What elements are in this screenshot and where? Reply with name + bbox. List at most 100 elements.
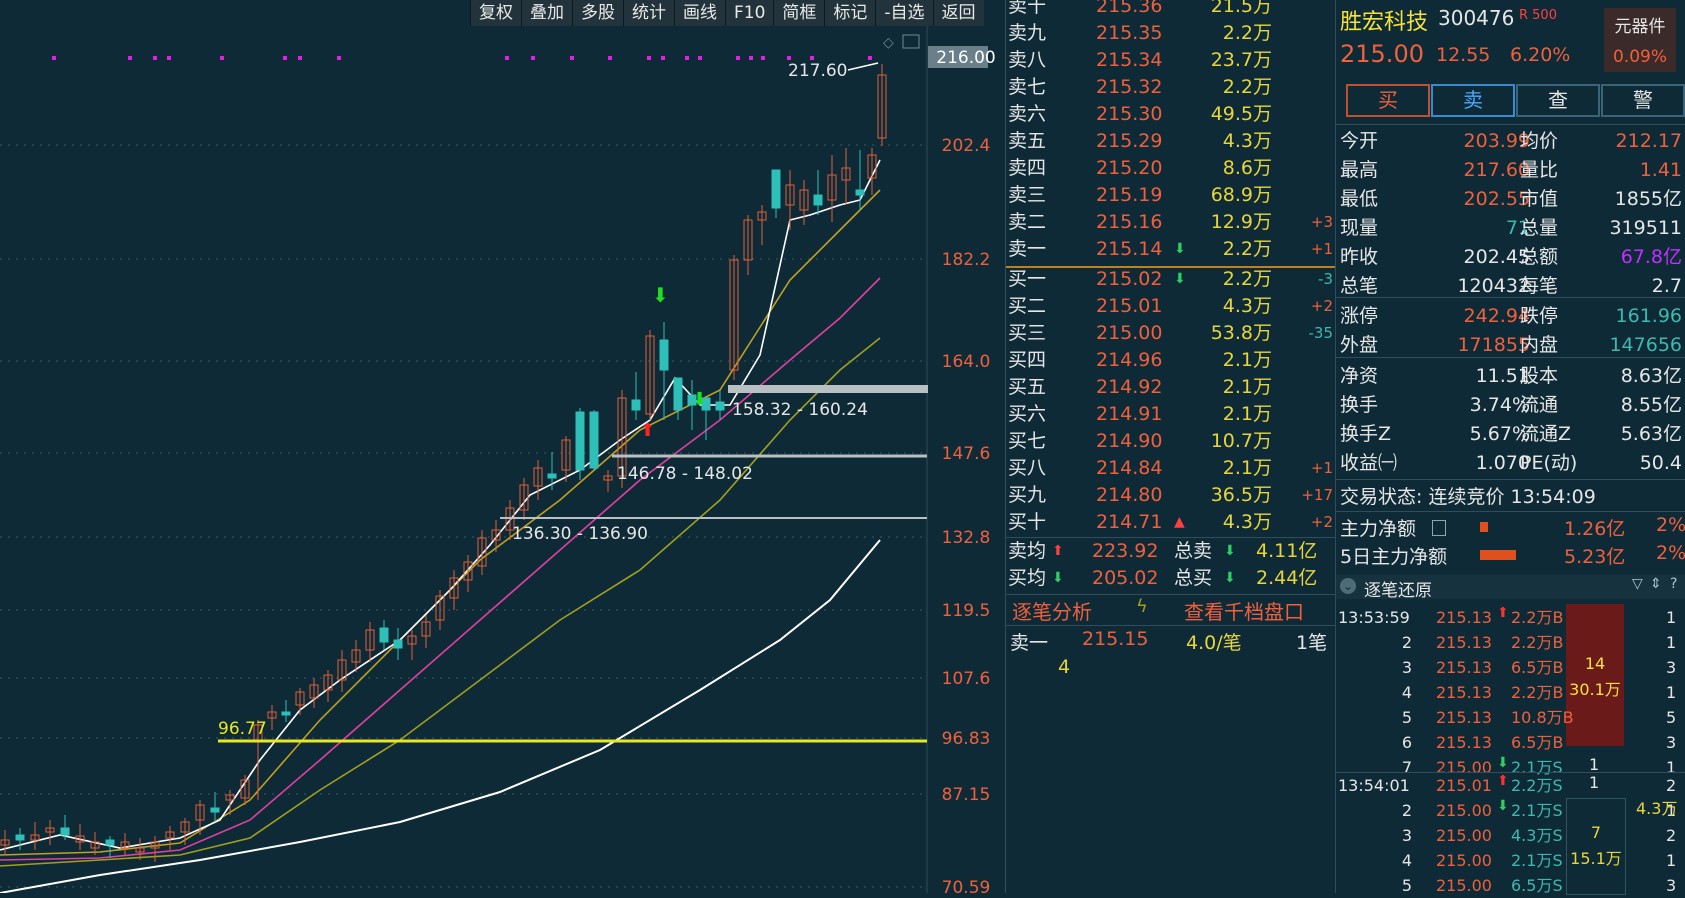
- queue-per: 4.0/笔: [1186, 632, 1242, 654]
- buy-button[interactable]: 买: [1346, 84, 1430, 117]
- tick-seq: 5: [1401, 708, 1412, 727]
- tick-row: 6 215.13 6.5万B 3: [1336, 730, 1685, 755]
- toolbar-button-6[interactable]: 简框: [773, 0, 825, 26]
- current-price: 215.00: [1340, 40, 1424, 68]
- ask-row-4[interactable]: 卖四 215.20 8.6万: [1006, 155, 1336, 182]
- stat-value: 1855亿: [1614, 188, 1682, 210]
- ask-row-10-label: 卖十: [1008, 0, 1047, 17]
- ask-row-9[interactable]: 卖九 215.35 2.2万: [1006, 20, 1336, 47]
- ask-row-2-volume: 12.9万: [1210, 211, 1272, 233]
- collapse-icon[interactable]: ⌄: [1340, 578, 1356, 594]
- list-icon[interactable]: [1432, 520, 1446, 536]
- candle-body: [210, 807, 220, 813]
- buy-average: 买均 ⬇ 205.02 总买 ⬇ 2.44亿: [1006, 565, 1336, 592]
- stat-value: 217.60: [1463, 159, 1530, 181]
- candlestick-chart[interactable]: 217.60 158.32 - 160.24 146.78 - 148.02 136.…: [0, 0, 1005, 893]
- query-button[interactable]: 查: [1516, 84, 1600, 117]
- ask-row-6[interactable]: 卖六 215.30 49.5万: [1006, 101, 1336, 128]
- zone-band-1: [728, 385, 928, 393]
- bid-row-5[interactable]: 买五 214.92 2.1万: [1006, 374, 1336, 401]
- bid-row-6[interactable]: 买六 214.91 2.1万: [1006, 401, 1336, 428]
- support-label: 96.77: [218, 719, 267, 739]
- bid-row-9-volume: 36.5万: [1210, 484, 1272, 506]
- arrow-up-icon: ⬆: [1497, 773, 1509, 789]
- price-axis-label: 96.83: [942, 729, 991, 749]
- candle-body: [589, 411, 599, 469]
- diamond-icon[interactable]: ◇: [883, 35, 894, 51]
- ask-row-5-price: 215.29: [1096, 130, 1163, 152]
- bid-row-1[interactable]: 买一 215.02 2.2万 ⬇ -3: [1006, 266, 1336, 293]
- sort-icon[interactable]: ⇕: [1650, 576, 1662, 592]
- bid-row-10[interactable]: 买十 214.71 4.3万 ▲ +2: [1006, 509, 1336, 536]
- price-axis-label: 164.0: [942, 352, 991, 372]
- bid-row-2[interactable]: 买二 215.01 4.3万 +2: [1006, 293, 1336, 320]
- sell-average-total: 4.11亿: [1256, 540, 1318, 562]
- stat-value: 319511: [1609, 217, 1682, 239]
- bid-row-7[interactable]: 买七 214.90 10.7万: [1006, 428, 1336, 455]
- help-icon[interactable]: ?: [1670, 576, 1677, 592]
- bid-row-2-label: 买二: [1008, 295, 1047, 317]
- divider: [1336, 297, 1685, 298]
- zone-label-1: 158.32 - 160.24: [732, 400, 868, 420]
- bid-row-8-price: 214.84: [1096, 457, 1163, 479]
- toolbar-button-4[interactable]: 画线: [674, 0, 725, 26]
- bid-row-4-label: 买四: [1008, 349, 1047, 371]
- ask-row-1[interactable]: 卖一 215.14 2.2万 ⬇ +1: [1006, 236, 1336, 263]
- tick-seq: 2: [1401, 801, 1412, 820]
- panel-toggle-icon[interactable]: [902, 34, 920, 49]
- sell-button[interactable]: 卖: [1431, 84, 1515, 117]
- toolbar-button-5[interactable]: F10: [725, 0, 774, 26]
- sector-box[interactable]: 元器件 0.09%: [1604, 8, 1676, 72]
- stat-key: 外盘: [1340, 334, 1379, 356]
- candle-body: [15, 834, 25, 841]
- toolbar-button-8[interactable]: -自选: [875, 0, 933, 26]
- stat-row: 换手Z 5.67% 流通Z 5.63亿: [1338, 420, 1684, 448]
- price-axis-label: 107.6: [942, 669, 991, 689]
- sector-name: 元器件: [1614, 17, 1666, 37]
- tick-group-b-side: 4.3万: [1636, 799, 1678, 818]
- tick-time: 13:54:01: [1338, 776, 1410, 795]
- book-divider: [1006, 594, 1336, 595]
- tick-price: 215.13: [1436, 633, 1492, 652]
- chart-toolbar: 复权 叠加 多股 统计 画线 F10 简框 标记 -自选 返回: [470, 0, 984, 26]
- tick-volume: 2.1万S: [1511, 851, 1563, 870]
- divider: [1336, 357, 1685, 358]
- ask-row-10[interactable]: 卖十 215.36 21.5万: [1006, 0, 1336, 20]
- sector-pct: 0.09%: [1612, 47, 1667, 67]
- signal-dot: [761, 56, 765, 60]
- filter-icon[interactable]: ▽: [1632, 576, 1643, 592]
- stat-key: 量比: [1520, 159, 1559, 181]
- toolbar-button-0[interactable]: 复权: [470, 0, 521, 26]
- tab-depth[interactable]: 查看千档盘口: [1184, 596, 1304, 625]
- ask-row-3[interactable]: 卖三 215.19 68.9万: [1006, 182, 1336, 209]
- tick-price: 215.00: [1436, 851, 1492, 870]
- ask-row-2[interactable]: 卖二 215.16 12.9万 +3: [1006, 209, 1336, 236]
- bid-row-9-change: +17: [1301, 486, 1333, 504]
- ask-row-5[interactable]: 卖五 215.29 4.3万: [1006, 128, 1336, 155]
- bid-row-4[interactable]: 买四 214.96 2.1万: [1006, 347, 1336, 374]
- toolbar-button-9[interactable]: 返回: [932, 0, 984, 26]
- ask-row-5-label: 卖五: [1008, 130, 1047, 152]
- ask-row-8[interactable]: 卖八 215.34 23.7万: [1006, 47, 1336, 74]
- sell-signal-arrow: ⬇: [652, 283, 669, 307]
- stat-key: 昨收: [1340, 246, 1379, 268]
- toolbar-button-3[interactable]: 统计: [623, 0, 674, 26]
- buy-signal-arrow: ⬆: [640, 420, 655, 441]
- bid-row-8[interactable]: 买八 214.84 2.1万 +1: [1006, 455, 1336, 482]
- signal-dot: [749, 56, 753, 60]
- stat-key: 总笔: [1340, 275, 1379, 297]
- bid-row-9[interactable]: 买九 214.80 36.5万 +17: [1006, 482, 1336, 509]
- toolbar-button-7[interactable]: 标记: [824, 0, 876, 26]
- toolbar-button-2[interactable]: 多股: [572, 0, 623, 26]
- alert-button[interactable]: 警: [1601, 84, 1685, 117]
- ask-row-10-volume: 21.5万: [1210, 0, 1272, 17]
- toolbar-button-1[interactable]: 叠加: [521, 0, 572, 26]
- tab-analysis[interactable]: 逐笔分析: [1012, 596, 1092, 625]
- candle-body: [813, 194, 823, 206]
- price-axis-label: 132.8: [942, 528, 991, 548]
- bid-row-3[interactable]: 买三 215.00 53.8万 -35: [1006, 320, 1336, 347]
- ask-row-7[interactable]: 卖七 215.32 2.2万: [1006, 74, 1336, 101]
- queue-first-order: 4: [1058, 656, 1071, 678]
- price-axis-label: 119.5: [942, 601, 991, 621]
- stat-value: 202.45: [1463, 246, 1530, 268]
